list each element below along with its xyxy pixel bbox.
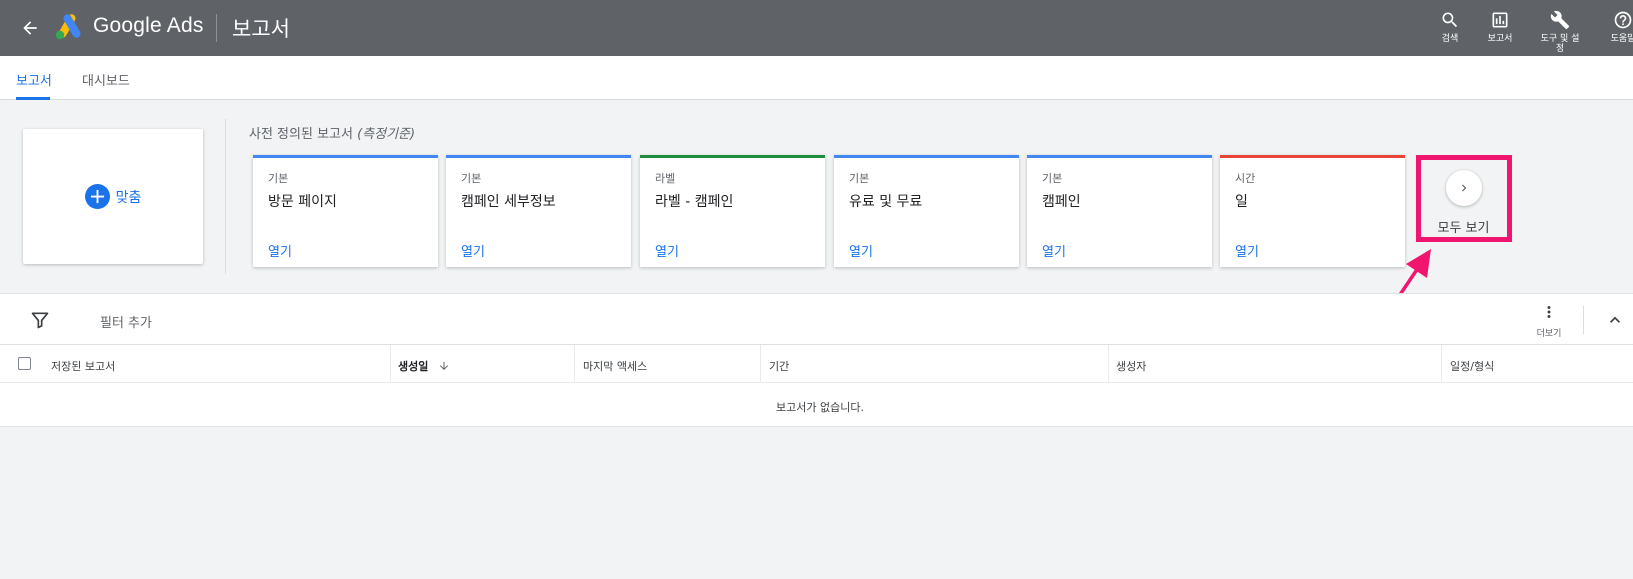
header-tools-button[interactable]: 도구 및 설정 <box>1535 10 1585 54</box>
report-card-open-link[interactable]: 열기 <box>1235 241 1259 260</box>
column-created-date[interactable]: 생성일 <box>398 358 450 374</box>
chevron-up-icon[interactable] <box>1605 310 1625 334</box>
column-divider <box>760 345 761 383</box>
top-app-bar: Google Ads 보고서 검색 보고서 도구 및 설정 도움말 <box>0 0 1633 56</box>
column-last-access[interactable]: 마지막 액세스 <box>583 358 647 374</box>
header-reports-label: 보고서 <box>1487 34 1513 44</box>
report-card-category: 기본 <box>849 172 870 185</box>
help-icon <box>1614 11 1632 29</box>
header-reports-button[interactable]: 보고서 <box>1475 10 1525 44</box>
header-tools-label: 도구 및 설정 <box>1540 34 1580 54</box>
column-period[interactable]: 기간 <box>769 358 789 374</box>
highlight-box <box>1416 155 1512 242</box>
report-card-campaign-details[interactable]: 기본 캠페인 세부정보 열기 <box>446 155 631 267</box>
report-card-open-link[interactable]: 열기 <box>268 241 292 260</box>
product-name: Google Ads <box>93 14 204 37</box>
filter-icon[interactable] <box>30 310 50 334</box>
saved-reports-table: 저장된 보고서 생성일 마지막 액세스 기간 생성자 일정/형식 보고서가 없습… <box>0 345 1633 427</box>
empty-state-message: 보고서가 없습니다. <box>776 401 864 414</box>
header-search-label: 검색 <box>1441 34 1459 44</box>
back-arrow-icon[interactable] <box>16 14 44 42</box>
column-creator[interactable]: 생성자 <box>1116 358 1146 374</box>
custom-report-card[interactable]: 맞춤 <box>23 129 203 264</box>
column-saved-report[interactable]: 저장된 보고서 <box>51 358 115 374</box>
report-card-open-link[interactable]: 열기 <box>1042 241 1066 260</box>
report-card-name: 캠페인 <box>1042 194 1081 210</box>
report-card-category: 기본 <box>268 172 289 185</box>
plus-icon <box>84 184 110 209</box>
page-title: 보고서 <box>232 17 290 41</box>
add-filter-button[interactable]: 필터 추가 <box>100 312 152 331</box>
filter-bar-divider <box>1583 306 1584 334</box>
report-card-category: 시간 <box>1235 172 1256 185</box>
custom-report-label: 맞춤 <box>115 189 142 206</box>
header-help-button[interactable]: 도움말 <box>1598 10 1633 44</box>
google-ads-logo-icon[interactable] <box>54 14 84 40</box>
predefined-title-dimension: (측정기준) <box>357 127 416 142</box>
active-tab-indicator <box>16 97 50 100</box>
report-card-campaign[interactable]: 기본 캠페인 열기 <box>1027 155 1212 267</box>
column-divider <box>1441 345 1442 383</box>
arrow-down-icon <box>440 362 449 370</box>
column-divider <box>574 345 575 383</box>
predefined-title-text: 사전 정의된 보고서 <box>249 127 358 142</box>
report-card-open-link[interactable]: 열기 <box>849 241 873 260</box>
report-card-name: 라벨 - 캠페인 <box>655 194 734 210</box>
report-card-label-campaign[interactable]: 라벨 라벨 - 캠페인 열기 <box>640 155 825 267</box>
predefined-reports-title: 사전 정의된 보고서 (측정기준) <box>249 123 415 142</box>
tab-dashboards[interactable]: 대시보드 <box>82 70 130 89</box>
column-schedule-format[interactable]: 일정/형식 <box>1450 358 1494 374</box>
column-divider <box>1108 345 1109 383</box>
reports-icon <box>1492 12 1508 28</box>
more-label: 더보기 <box>1536 329 1562 339</box>
column-divider <box>390 345 391 383</box>
wrench-icon <box>1550 10 1570 30</box>
report-card-name: 일 <box>1235 194 1248 210</box>
more-vert-icon <box>1547 306 1551 318</box>
filter-bar: 필터 추가 더보기 <box>0 293 1633 345</box>
report-card-category: 기본 <box>461 172 482 185</box>
report-card-paid-organic[interactable]: 기본 유료 및 무료 열기 <box>834 155 1019 267</box>
report-card-landing-page[interactable]: 기본 방문 페이지 열기 <box>253 155 438 267</box>
report-card-name: 방문 페이지 <box>268 194 337 210</box>
report-card-category: 기본 <box>1042 172 1063 185</box>
report-card-category: 라벨 <box>655 172 676 185</box>
section-divider <box>225 119 226 274</box>
table-header: 저장된 보고서 생성일 마지막 액세스 기간 생성자 일정/형식 <box>0 345 1633 383</box>
report-card-name: 캠페인 세부정보 <box>461 194 556 210</box>
tab-reports[interactable]: 보고서 <box>16 70 52 89</box>
report-card-open-link[interactable]: 열기 <box>655 241 679 260</box>
select-all-checkbox[interactable] <box>18 357 31 370</box>
more-button[interactable]: 더보기 <box>1532 302 1566 339</box>
report-card-day[interactable]: 시간 일 열기 <box>1220 155 1405 267</box>
header-search-button[interactable]: 검색 <box>1425 10 1475 44</box>
header-help-label: 도움말 <box>1610 34 1633 44</box>
search-icon <box>1442 12 1458 28</box>
report-card-name: 유료 및 무료 <box>849 194 923 210</box>
tab-bar: 보고서 대시보드 <box>0 56 1633 100</box>
report-card-open-link[interactable]: 열기 <box>461 241 485 260</box>
header-divider <box>216 14 217 42</box>
column-created-date-label: 생성일 <box>398 360 429 373</box>
